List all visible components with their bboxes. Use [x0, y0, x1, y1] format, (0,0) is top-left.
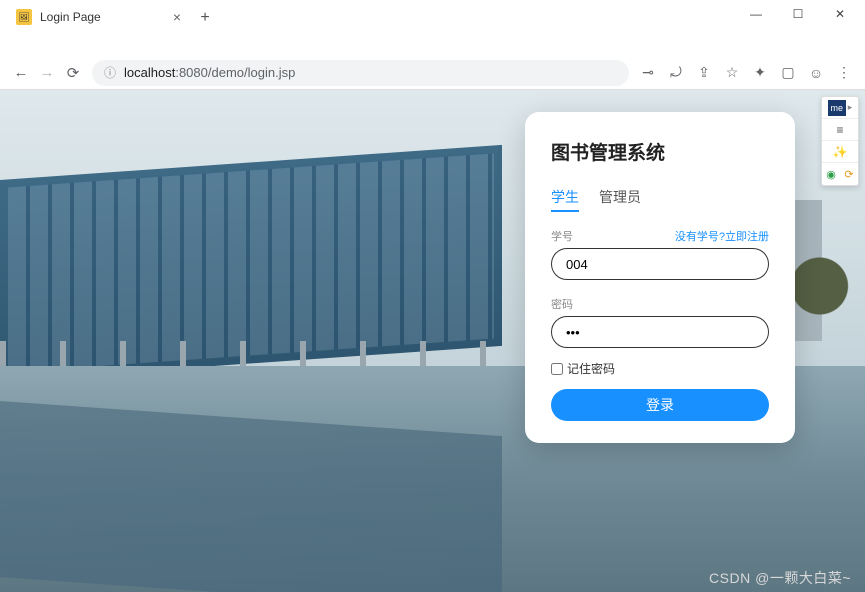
window-maximize-button[interactable]: ☐: [777, 2, 819, 26]
me-badge-icon: me: [828, 100, 846, 116]
remember-label: 记住密码: [567, 360, 615, 377]
page-content: 图书管理系统 学生 管理员 学号 没有学号?立即注册 密码 记住密码 登录 me…: [0, 90, 865, 592]
window-minimize-button[interactable]: —: [735, 2, 777, 26]
window-close-button[interactable]: ✕: [819, 2, 861, 26]
tab-admin[interactable]: 管理员: [599, 187, 641, 212]
login-button[interactable]: 登录: [551, 389, 769, 421]
password-key-icon[interactable]: ⊸: [635, 60, 661, 86]
tab-close-icon[interactable]: ×: [173, 9, 181, 25]
url-input[interactable]: ⓘ localhost:8080/demo/login.jsp: [92, 60, 629, 86]
floatbar-refresh-icon[interactable]: ⟳: [840, 164, 858, 184]
password-input[interactable]: [551, 316, 769, 348]
browser-address-bar: ← → ⟳ ⓘ localhost:8080/demo/login.jsp ⊸ …: [0, 56, 865, 90]
watermark-text: CSDN @一颗大白菜~: [709, 568, 851, 588]
site-info-icon[interactable]: ⓘ: [104, 64, 116, 81]
remember-checkbox[interactable]: [551, 363, 563, 375]
tab-favicon: 🖼: [16, 9, 32, 25]
menu-dots-icon[interactable]: ⋮: [831, 60, 857, 86]
nav-back-button[interactable]: ←: [8, 60, 34, 86]
url-path: /demo/login.jsp: [208, 65, 295, 80]
bookmark-star-icon[interactable]: ☆: [719, 60, 745, 86]
nav-reload-button[interactable]: ⟳: [60, 60, 86, 86]
nav-forward-button[interactable]: →: [34, 60, 60, 86]
floatbar-wand-button[interactable]: ✨: [822, 141, 858, 163]
password-label: 密码: [551, 296, 573, 312]
register-link[interactable]: 没有学号?立即注册: [675, 228, 769, 244]
panel-icon[interactable]: ▢: [775, 60, 801, 86]
qr-icon[interactable]: ⤾: [663, 60, 689, 86]
browser-tab[interactable]: 🖼 Login Page ×: [6, 2, 191, 32]
new-tab-button[interactable]: +: [191, 4, 219, 32]
student-id-label: 学号: [551, 228, 573, 244]
login-title: 图书管理系统: [551, 138, 769, 165]
url-port: :8080: [175, 65, 208, 80]
student-id-input[interactable]: [551, 248, 769, 280]
browser-right-icons: ⊸ ⤾ ⇪ ☆ ✦ ▢ ☺ ⋮: [635, 60, 857, 86]
floatbar-me-button[interactable]: me ▸: [822, 97, 858, 119]
role-tabs: 学生 管理员: [551, 187, 769, 212]
tab-title: Login Page: [40, 10, 101, 24]
arrow-icon: ▸: [848, 102, 853, 113]
extensions-icon[interactable]: ✦: [747, 60, 773, 86]
login-card: 图书管理系统 学生 管理员 学号 没有学号?立即注册 密码 记住密码 登录: [525, 112, 795, 443]
remember-password[interactable]: 记住密码: [551, 360, 769, 377]
floating-toolbar: me ▸ ≡ ✨ ◉ ⟳: [821, 96, 859, 186]
browser-tab-bar: 🖼 Login Page × +: [0, 0, 219, 32]
url-host: localhost: [124, 65, 175, 80]
share-icon[interactable]: ⇪: [691, 60, 717, 86]
floatbar-menu-button[interactable]: ≡: [822, 119, 858, 141]
profile-avatar-icon[interactable]: ☺: [803, 60, 829, 86]
floatbar-cast-icon[interactable]: ◉: [822, 164, 840, 184]
tab-student[interactable]: 学生: [551, 187, 579, 212]
